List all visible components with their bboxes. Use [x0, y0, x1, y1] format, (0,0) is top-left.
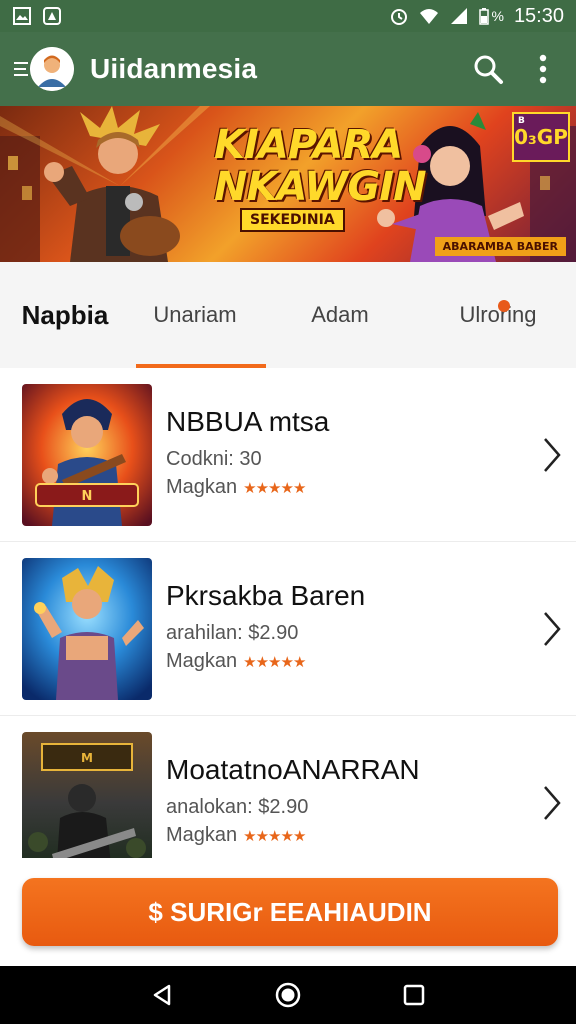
- battery-icon: %: [479, 7, 504, 25]
- svg-text:M: M: [81, 751, 93, 765]
- avatar[interactable]: [30, 47, 74, 91]
- game-rating: Magkan ★★★★★: [166, 476, 306, 499]
- game-price: arahilan: $2.90: [166, 622, 299, 644]
- game-thumbnail: N: [22, 384, 152, 526]
- game-list: N NBBUA mtsa Codkni: 30 Magkan ★★★★★ Pkr…: [0, 368, 576, 890]
- banner-tag: SEKEDINIA: [240, 208, 345, 232]
- banner-badge: B 0₃GP: [512, 112, 570, 162]
- game-thumbnail: M: [22, 732, 152, 874]
- rating-label: Magkan: [166, 650, 238, 672]
- list-item[interactable]: Pkrsakba Baren arahilan: $2.90 Magkan ★★…: [0, 542, 576, 716]
- chevron-right-icon[interactable]: [542, 610, 562, 648]
- wifi-icon: [420, 9, 439, 24]
- list-item[interactable]: N NBBUA mtsa Codkni: 30 Magkan ★★★★★: [0, 368, 576, 542]
- tab-ulroring[interactable]: Ulroring: [420, 262, 576, 368]
- banner-badge-small: B: [518, 116, 525, 126]
- rating-stars: ★★★★★: [243, 653, 306, 671]
- status-time: 15:30: [513, 4, 564, 27]
- search-icon[interactable]: [472, 53, 504, 85]
- tab-label: Napbia: [21, 299, 109, 330]
- tab-label: Unariam: [153, 302, 237, 327]
- banner-ribbon: ABARAMBA BABER: [434, 237, 566, 256]
- game-price: Codkni: 30: [166, 448, 262, 470]
- drive-icon: [43, 7, 61, 25]
- banner-title-line2: NKAWGIN: [214, 164, 427, 210]
- status-bar: % 15:30: [0, 0, 576, 32]
- more-vert-icon[interactable]: [538, 54, 548, 84]
- alarm-icon: [391, 9, 408, 25]
- game-rating: Magkan ★★★★★: [166, 824, 306, 847]
- game-price: analokan: $2.90: [166, 796, 309, 818]
- app-title: Uiidanmesia: [90, 53, 258, 84]
- back-icon[interactable]: [150, 983, 174, 1007]
- game-title: Pkrsakba Baren: [166, 580, 366, 611]
- game-title: NBBUA mtsa: [166, 406, 330, 437]
- app-bar: Uiidanmesia: [0, 32, 576, 106]
- tab-unariam[interactable]: Unariam: [130, 262, 266, 368]
- banner-badge-text: 0₃GP: [514, 125, 568, 149]
- promo-banner[interactable]: KIAPARA NKAWGIN SEKEDINIA B 0₃GP ABARAMB…: [0, 106, 576, 262]
- system-nav-bar: [0, 966, 576, 1024]
- rating-stars: ★★★★★: [243, 827, 306, 845]
- purchase-button[interactable]: $ SURIGr EEAHIAUDIN: [22, 878, 558, 946]
- chevron-right-icon[interactable]: [542, 784, 562, 822]
- signal-icon: [451, 8, 468, 24]
- recents-icon[interactable]: [402, 983, 426, 1007]
- rating-stars: ★★★★★: [243, 479, 306, 497]
- rating-label: Magkan: [166, 476, 238, 498]
- home-icon[interactable]: [274, 981, 302, 1009]
- svg-text:N: N: [82, 489, 93, 504]
- tab-bar: Napbia Unariam Adam Ulroring: [0, 262, 576, 368]
- banner-title-line1: KIAPARA: [214, 122, 403, 168]
- tab-adam[interactable]: Adam: [260, 262, 420, 368]
- battery-text: %: [491, 8, 504, 24]
- gallery-icon: [13, 7, 31, 25]
- game-title: MoatatnoANARRAN: [166, 754, 420, 785]
- game-rating: Magkan ★★★★★: [166, 650, 306, 673]
- chevron-right-icon[interactable]: [542, 436, 562, 474]
- tab-label: Adam: [311, 302, 369, 327]
- rating-label: Magkan: [166, 824, 238, 846]
- cta-container: $ SURIGr EEAHIAUDIN: [0, 858, 576, 966]
- banner-title: KIAPARA NKAWGIN: [214, 122, 427, 210]
- notification-dot: [498, 300, 510, 312]
- tab-napbia[interactable]: Napbia: [0, 262, 130, 368]
- game-thumbnail: [22, 558, 152, 700]
